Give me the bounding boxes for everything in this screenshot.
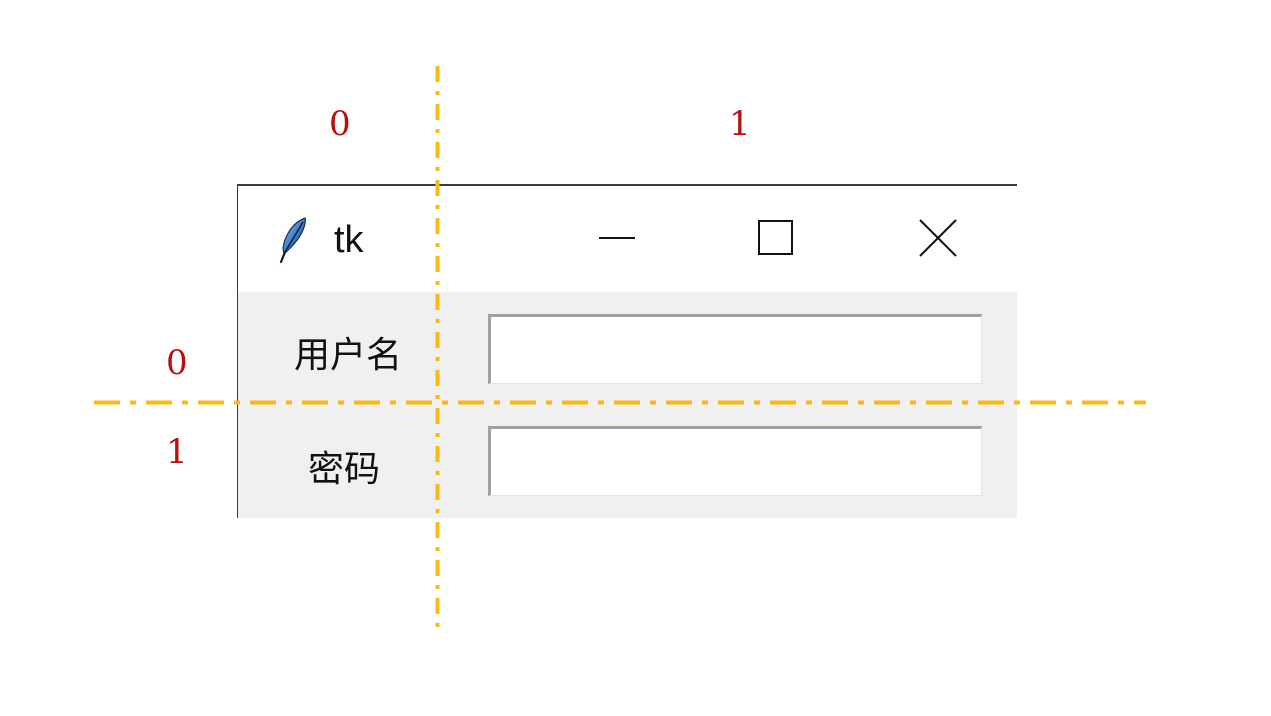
close-button[interactable] (908, 208, 968, 268)
feather-icon (279, 217, 306, 264)
column-index-1: 1 (729, 104, 751, 144)
title-bar[interactable]: tk (238, 186, 1017, 292)
close-icon (919, 219, 957, 257)
window-title: tk (334, 219, 364, 261)
username-input[interactable] (488, 314, 982, 384)
row-index-1: 1 (166, 432, 188, 472)
maximize-button[interactable] (746, 208, 806, 268)
row-divider-guide (94, 400, 1146, 405)
column-index-0: 0 (329, 104, 351, 144)
column-divider-guide (435, 66, 440, 629)
tk-window: tk 用户名 密码 (237, 184, 1017, 518)
minimize-icon (599, 237, 635, 239)
minimize-button[interactable] (587, 208, 647, 268)
password-input[interactable] (488, 426, 982, 496)
maximize-icon (758, 220, 793, 255)
password-label: 密码 (307, 449, 380, 490)
username-label: 用户名 (293, 335, 402, 376)
row-index-0: 0 (166, 343, 188, 383)
annotated-screenshot: 0 1 0 1 tk 用户名 密码 (0, 0, 1271, 716)
